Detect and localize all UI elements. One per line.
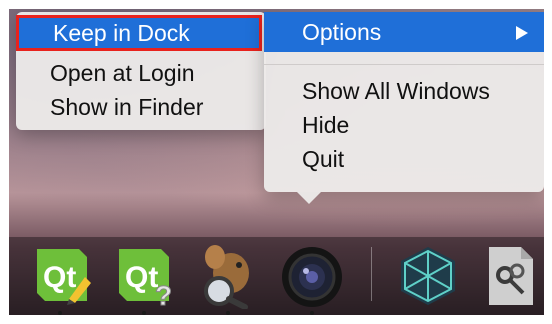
options-submenu: Keep in Dock Open at Login Show in Finde…	[16, 12, 266, 130]
menu-separator	[264, 64, 544, 65]
dock-divider	[371, 247, 372, 301]
menu-item-quit[interactable]: Quit	[302, 142, 344, 176]
menu-item-open-at-login[interactable]: Open at Login	[16, 55, 266, 91]
running-indicator	[310, 311, 314, 315]
camera-lens-icon[interactable]	[279, 243, 345, 309]
polyhedron-app-icon[interactable]	[395, 243, 461, 309]
qt-assistant-icon[interactable]: Qt ?	[111, 243, 177, 312]
menu-item-hide[interactable]: Hide	[302, 108, 349, 142]
menu-item-label: Keep in Dock	[53, 20, 190, 46]
menu-item-label: Quit	[302, 146, 345, 172]
menu-item-show-in-finder[interactable]: Show in Finder	[16, 89, 266, 125]
menu-item-options[interactable]: Options	[264, 12, 544, 52]
dock-context-menu: Options Show All Windows Hide Quit	[264, 12, 544, 192]
menu-pointer	[297, 192, 321, 204]
squirrel-magnifier-icon[interactable]	[195, 243, 261, 310]
menu-item-label: Options	[302, 19, 382, 45]
menu-item-label: Show All Windows	[302, 78, 490, 104]
running-indicator	[58, 311, 62, 315]
svg-text:Qt: Qt	[43, 261, 76, 294]
svg-text:Qt: Qt	[125, 261, 158, 294]
running-indicator	[142, 311, 146, 315]
script-editor-icon[interactable]	[475, 243, 541, 309]
menu-item-show-all-windows[interactable]: Show All Windows	[302, 74, 490, 108]
qt-creator-icon[interactable]: Qt	[27, 243, 93, 309]
menu-item-label: Open at Login	[50, 60, 195, 86]
desktop-frame: Keep in Dock Open at Login Show in Finde…	[9, 9, 544, 315]
menu-item-label: Hide	[302, 112, 350, 138]
menu-item-keep-in-dock[interactable]: Keep in Dock	[16, 15, 262, 51]
dock: Qt Qt ?	[9, 237, 544, 315]
submenu-arrow-icon	[516, 26, 528, 40]
svg-text:?: ?	[155, 280, 172, 309]
menu-item-label: Show in Finder	[50, 94, 204, 120]
running-indicator	[226, 311, 230, 315]
